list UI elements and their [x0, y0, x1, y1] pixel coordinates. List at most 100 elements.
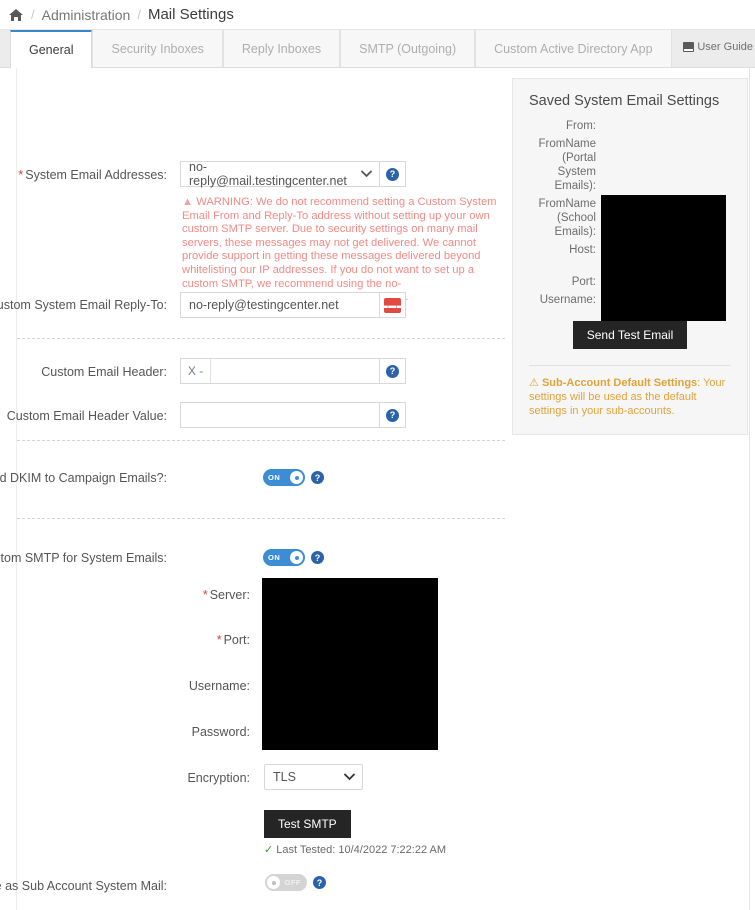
warning-prefix: WARNING: [196, 196, 250, 208]
divider-2: [17, 440, 505, 441]
send-test-email-button[interactable]: Send Test Email: [572, 321, 688, 349]
panel-key-host: Host:: [569, 244, 596, 256]
encryption-control: TLS: [264, 764, 363, 790]
custom-email-header-value-input[interactable]: [180, 402, 380, 428]
panel-key-from: From:: [565, 120, 596, 132]
panel-value-from: [603, 119, 731, 133]
custom-email-header-prefix: X -: [181, 359, 211, 383]
encryption-select[interactable]: TLS: [264, 764, 363, 790]
custom-email-header-label: Custom Email Header:: [41, 365, 167, 379]
last-tested-text: Last Tested: 10/4/2022 7:22:22 AM: [276, 843, 447, 856]
custom-email-header-value-label: Custom Email Header Value:: [6, 409, 167, 423]
content-area: * System Email Addresses: no-reply@mail.t…: [0, 68, 755, 910]
tab-bar: General Security Inboxes Reply Inboxes S…: [0, 30, 755, 68]
saved-system-email-settings-panel: Saved System Email Settings From: FromNa…: [512, 78, 748, 435]
custom-smtp-label: Custom SMTP for System Emails:: [0, 551, 167, 565]
panel-divider: [529, 365, 731, 366]
password-label: Password:: [191, 725, 250, 739]
sub-account-mail-toggle-state: OFF: [284, 878, 301, 887]
sub-account-mail-help-icon[interactable]: ?: [313, 876, 326, 889]
home-icon[interactable]: [8, 8, 24, 22]
send-test-email-wrap: Send Test Email: [529, 321, 731, 349]
last-tested-status: ✓ Last Tested: 10/4/2022 7:22:22 AM: [264, 843, 447, 857]
panel-key-fromname-school: FromName (School Emails):: [538, 198, 596, 238]
toggle-knob: [290, 471, 303, 484]
system-email-addresses-value: no-reply@mail.testingcenter.net: [189, 160, 347, 188]
tab-smtp-outgoing[interactable]: SMTP (Outgoing): [340, 30, 476, 67]
tab-reply-inboxes[interactable]: Reply Inboxes: [222, 30, 341, 67]
book-icon: [683, 42, 695, 52]
tab-general[interactable]: General: [10, 30, 93, 68]
required-marker: *: [18, 168, 24, 182]
smtp-credentials-redaction: [262, 578, 438, 750]
toggle-knob: [290, 551, 303, 564]
warning-message: ▲ WARNING: We do not recommend setting a…: [182, 196, 504, 305]
sub-account-mail-control: OFF ?: [265, 874, 326, 891]
divider-1: [17, 338, 505, 339]
sub-account-default-note: ⚠ Sub-Account Default Settings: Your set…: [529, 376, 731, 418]
add-dkim-help-icon[interactable]: ?: [311, 471, 324, 484]
test-smtp-button[interactable]: Test SMTP: [264, 810, 351, 838]
saved-settings-pane: Saved System Email Settings From: FromNa…: [512, 78, 748, 435]
encryption-value: TLS: [273, 770, 296, 784]
custom-email-header-input[interactable]: X -: [180, 358, 380, 384]
panel-title: Saved System Email Settings: [529, 93, 720, 109]
warning-text: : We do not recommend setting a Custom S…: [182, 196, 497, 303]
settings-form: * System Email Addresses: no-reply@mail.t…: [0, 68, 512, 910]
user-guide-link[interactable]: User Guide: [683, 41, 753, 53]
add-dkim-toggle[interactable]: ON: [263, 469, 305, 486]
panel-values-redaction: [601, 195, 726, 321]
panel-key-fromname-portal: FromName (Portal System Emails):: [538, 138, 596, 192]
sub-account-mail-label: Use as Sub Account System Mail:: [0, 879, 167, 893]
panel-value-fromname-portal: [603, 137, 731, 193]
system-email-addresses-control: no-reply@mail.testingcenter.net ?: [180, 160, 406, 188]
question-mark-icon: ?: [386, 408, 399, 422]
custom-reply-to-value: no-reply@testingcenter.net: [189, 298, 339, 312]
panel-row-from: From:: [529, 119, 731, 133]
custom-reply-to-input[interactable]: no-reply@testingcenter.net: [180, 292, 380, 318]
custom-email-header-value-help-button[interactable]: ?: [380, 402, 406, 428]
user-guide-label: User Guide: [697, 41, 753, 53]
encryption-label: Encryption:: [187, 771, 250, 785]
breadcrumb: / Administration / Mail Settings: [0, 0, 755, 30]
custom-smtp-control: ON ?: [263, 549, 324, 566]
server-label: * Server:: [202, 588, 250, 602]
custom-smtp-help-icon[interactable]: ?: [311, 551, 324, 564]
breadcrumb-separator-1: /: [31, 7, 35, 22]
custom-email-header-help-button[interactable]: ?: [380, 358, 406, 384]
question-mark-icon: ?: [386, 167, 399, 181]
warning-triangle-icon: ⚠: [529, 377, 539, 389]
system-email-addresses-select[interactable]: no-reply@mail.testingcenter.net: [180, 160, 380, 188]
chevron-down-icon: [336, 773, 362, 781]
add-dkim-toggle-state: ON: [268, 473, 281, 482]
check-icon: ✓: [264, 844, 274, 856]
system-email-addresses-label: * System Email Addresses:: [18, 168, 167, 182]
mail-settings-page: / Administration / Mail Settings General…: [0, 0, 755, 910]
custom-smtp-toggle-state: ON: [268, 553, 281, 562]
divider-3: [17, 518, 505, 519]
panel-row-fromname-portal: FromName (Portal System Emails):: [529, 137, 731, 193]
required-marker: *: [216, 633, 222, 647]
right-border-divider: [749, 68, 750, 910]
add-dkim-control: ON ?: [263, 469, 324, 486]
add-dkim-label: Add DKIM to Campaign Emails?:: [0, 471, 167, 485]
custom-email-header-control: X - ?: [180, 358, 406, 384]
breadcrumb-administration[interactable]: Administration: [42, 7, 131, 23]
custom-reply-to-label: *Custom System Email Reply-To:: [0, 298, 167, 312]
tab-security-inboxes[interactable]: Security Inboxes: [92, 30, 223, 67]
marker-icon: ▬▬▬: [380, 297, 405, 313]
breadcrumb-current: Mail Settings: [147, 6, 234, 23]
warning-triangle-icon: ▲: [182, 196, 194, 208]
tab-custom-active-directory-app[interactable]: Custom Active Directory App: [475, 30, 672, 67]
custom-reply-to-action-button[interactable]: ▬▬▬: [380, 292, 406, 318]
custom-reply-to-control: no-reply@testingcenter.net ▬▬▬: [180, 292, 406, 318]
panel-key-username: Username:: [539, 294, 596, 306]
chevron-down-icon: [355, 170, 379, 178]
toggle-knob: [267, 876, 280, 889]
system-email-addresses-help-button[interactable]: ?: [380, 161, 406, 187]
sub-account-mail-toggle[interactable]: OFF: [265, 874, 307, 891]
question-mark-icon: ?: [386, 364, 399, 378]
custom-smtp-toggle[interactable]: ON: [263, 549, 305, 566]
required-marker: *: [202, 588, 208, 602]
breadcrumb-separator-2: /: [137, 7, 141, 22]
